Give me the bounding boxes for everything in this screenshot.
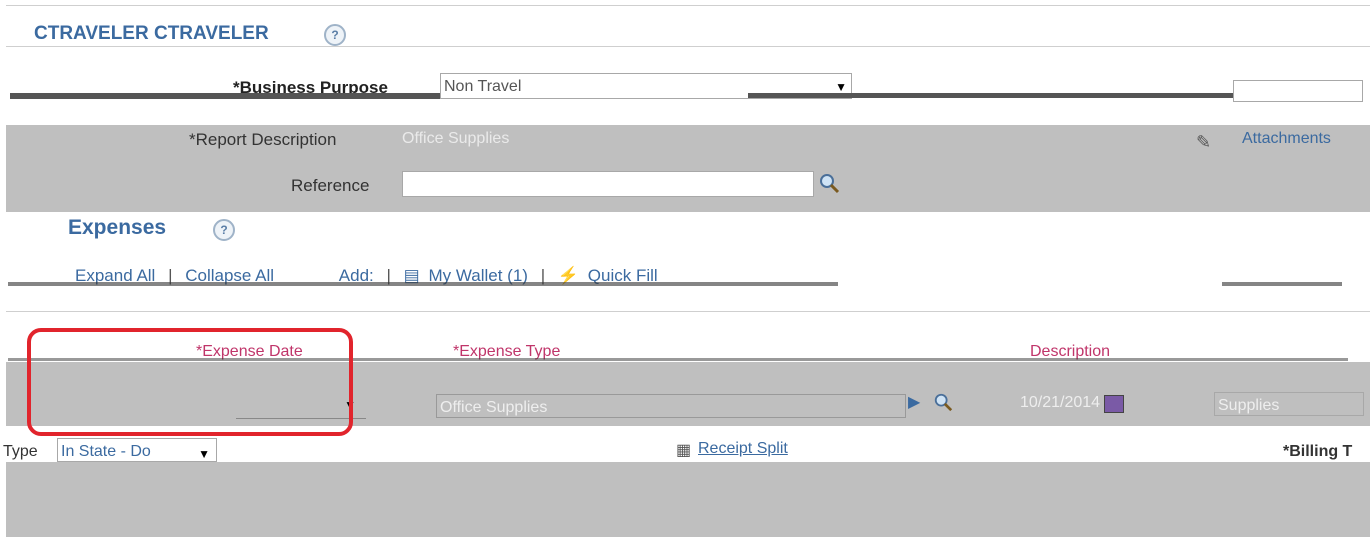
garbled-line-right <box>1222 282 1342 286</box>
expense-type-search-icon[interactable] <box>933 392 953 417</box>
type-select[interactable]: In State - Do ▼ <box>57 438 217 462</box>
type-label: Type <box>3 443 38 460</box>
actions-divider <box>6 311 1370 312</box>
paperclip-icon[interactable]: ✎ <box>1196 132 1211 153</box>
expense-type-arrow-icon[interactable]: ▶ <box>908 392 920 412</box>
annotation-highlight-box <box>27 328 353 436</box>
receipt-split-icon: ▦ <box>676 442 692 459</box>
page-title: CTRAVELER CTRAVELER <box>34 23 269 44</box>
search-icon[interactable] <box>818 172 840 194</box>
attachments-link[interactable]: Attachments <box>1242 130 1331 148</box>
top-divider <box>6 5 1370 6</box>
garbled-line-left <box>8 282 838 286</box>
detail-gray-area <box>6 462 1370 537</box>
expense-date-value[interactable]: 10/21/2014 <box>1020 394 1100 412</box>
default-location-field[interactable] <box>1233 80 1363 102</box>
expenses-help-icon[interactable]: ? <box>213 219 235 241</box>
help-icon[interactable]: ? <box>324 24 346 46</box>
expense-type-select[interactable]: Office Supplies <box>436 394 906 418</box>
reference-label: Reference <box>291 176 370 195</box>
expense-type-value: Office Supplies <box>440 399 548 416</box>
reference-input[interactable] <box>402 171 814 197</box>
report-description-value[interactable]: Office Supplies <box>402 130 509 148</box>
report-description-label: *Report Description <box>189 130 337 149</box>
chevron-down-icon: ▼ <box>198 447 210 461</box>
expenses-title: Expenses <box>68 216 167 239</box>
receipt-split-link[interactable]: Receipt Split <box>698 440 788 458</box>
title-divider <box>6 46 1370 47</box>
billing-type-label: *Billing T <box>1283 443 1353 460</box>
description-input[interactable]: Supplies <box>1214 392 1364 416</box>
description-value: Supplies <box>1218 397 1280 414</box>
calendar-icon[interactable] <box>1104 395 1124 413</box>
type-value: In State - Do <box>61 443 151 460</box>
business-purpose-value: Non Travel <box>444 78 522 95</box>
garbled-strip <box>10 93 440 99</box>
